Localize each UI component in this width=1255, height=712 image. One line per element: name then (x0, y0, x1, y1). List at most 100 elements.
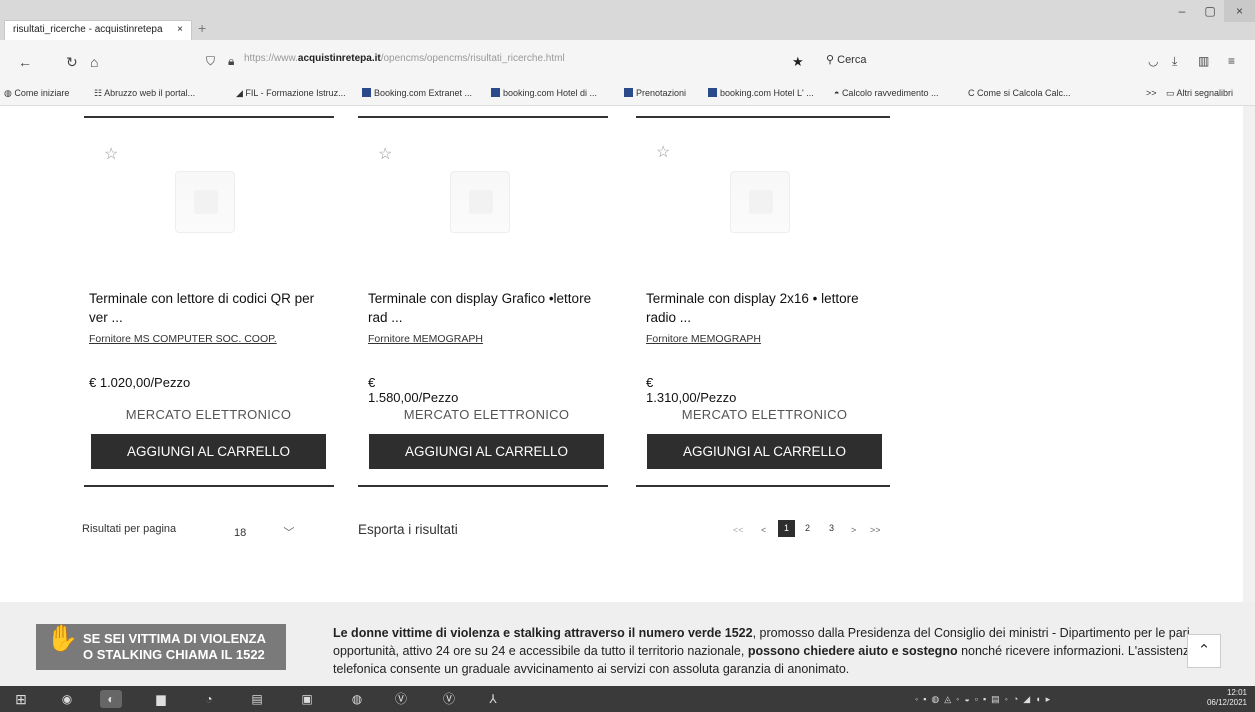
clock-date: 06/12/2021 (1206, 698, 1247, 707)
file-explorer-icon[interactable]: ▆ (150, 690, 172, 708)
booking-icon (708, 88, 717, 97)
app-icon[interactable]: ◍ (346, 690, 368, 708)
favorite-star-icon[interactable]: ☆ (104, 144, 118, 164)
bookmark-item[interactable]: ☷ Abruzzo web il portal... (94, 88, 195, 99)
next-page-button[interactable]: > (851, 525, 856, 535)
divider (358, 485, 608, 487)
url-prefix: https://www. (244, 53, 298, 64)
add-to-cart-button[interactable]: AGGIUNGI AL CARRELLO (369, 434, 604, 469)
app-icon[interactable]: ▣ (296, 690, 318, 708)
globe-icon: ◍ (4, 88, 15, 98)
url-path: /opencms/opencms/risultati_ricerche.html (380, 53, 565, 64)
tab-close-icon[interactable]: × (177, 21, 183, 39)
download-icon[interactable]: ⤓ (1172, 54, 1177, 69)
taskbar-clock[interactable]: 12:01 06/12/2021 (1207, 688, 1247, 708)
search-box[interactable]: ⚲ Cerca (826, 53, 866, 66)
export-results-link[interactable]: Esporta i risultati (358, 522, 458, 537)
helpline-notice-text: Le donne vittime di violenza e stalking … (333, 624, 1213, 678)
prev-page-button[interactable]: < (761, 525, 766, 535)
chrome-icon[interactable]: ◉ (56, 690, 78, 708)
footer-notice: ✋ SE SEI VITTIMA DI VIOLENZA O STALKING … (0, 602, 1255, 686)
favorite-star-icon[interactable]: ☆ (378, 144, 392, 164)
search-placeholder: Cerca (837, 54, 867, 66)
new-tab-icon[interactable]: + (198, 20, 206, 36)
page-button-current[interactable]: 1 (778, 520, 795, 537)
add-to-cart-button[interactable]: AGGIUNGI AL CARRELLO (647, 434, 882, 469)
calculator-icon: ◓ (834, 88, 842, 98)
bookmark-item[interactable]: Prenotazioni (624, 88, 686, 98)
system-tray-icons[interactable]: ◦▪◍◬◦◒▫▪▤◦◔◢◖▸ (915, 694, 1055, 705)
app-icon[interactable]: Ⓥ (438, 690, 460, 708)
product-price: € 1.310,00/Pezzo (646, 375, 737, 405)
folder-icon: ▭ (1166, 88, 1177, 98)
divider (636, 485, 890, 487)
bookmark-icon: ◢ (236, 88, 246, 98)
app-icon[interactable]: Ⓥ (390, 690, 412, 708)
bookmark-item[interactable]: Booking.com Extranet ... (362, 88, 472, 98)
pocket-icon[interactable]: ◡ (1148, 54, 1158, 68)
last-page-button[interactable]: >> (870, 525, 881, 535)
results-per-page-label: Risultati per pagina (82, 523, 177, 535)
acrobat-icon[interactable]: ⅄ (482, 690, 504, 708)
product-price: € 1.020,00/Pezzo (89, 375, 191, 390)
bookmark-item[interactable]: ◓ Calcolo ravvedimento ... (834, 88, 938, 98)
bookmarks-overflow-icon[interactable]: >> (1146, 88, 1157, 98)
search-icon: ⚲ (826, 54, 835, 66)
windows-start-icon[interactable]: ⊞ (10, 690, 32, 708)
product-title[interactable]: Terminale con display Grafico •lettore r… (368, 289, 613, 327)
notice-bold: Le donne vittime di violenza e stalking … (333, 626, 753, 640)
booking-icon (362, 88, 371, 97)
menu-icon[interactable]: ≡ (1228, 54, 1235, 68)
add-to-cart-button[interactable]: AGGIUNGI AL CARRELLO (91, 434, 326, 469)
app-icon[interactable]: ▤ (246, 690, 268, 708)
hand-icon: ✋ (46, 623, 79, 653)
divider (358, 116, 608, 118)
bookmark-item[interactable]: booking.com Hotel L' ... (708, 88, 814, 98)
chevron-up-icon: ⌃ (1197, 642, 1211, 659)
bookmark-item[interactable]: ◍ Come iniziare (4, 88, 69, 99)
scroll-to-top-button[interactable]: ⌃ (1187, 634, 1221, 668)
minimize-icon[interactable]: – (1168, 0, 1196, 22)
bookmark-star-icon[interactable]: ★ (792, 54, 804, 70)
browser-tab[interactable]: risultati_ricerche - acquistinretepa × (4, 20, 192, 40)
bookmark-item[interactable]: C Come si Calcola Calc... (968, 88, 1071, 98)
os-taskbar: ⊞ ◉ ◐ ▆ ◔ ▤ ▣ ◍ Ⓥ Ⓥ ⅄ ◦▪◍◬◦◒▫▪▤◦◔◢◖▸ 12:… (0, 686, 1255, 712)
page-button[interactable]: 3 (829, 523, 834, 533)
banner-line: SE SEI VITTIMA DI VIOLENZA (83, 631, 266, 646)
bookmark-icon: C (968, 88, 977, 98)
home-icon[interactable]: ⌂ (90, 54, 98, 70)
favorite-star-icon[interactable]: ☆ (656, 142, 670, 162)
url-bar[interactable]: https://www.acquistinretepa.it/opencms/o… (244, 53, 565, 64)
app-icon[interactable]: ◔ (198, 690, 220, 708)
divider (84, 485, 334, 487)
product-title[interactable]: Terminale con display 2x16 • lettore rad… (646, 289, 891, 327)
results-per-page-select[interactable]: 18 ﹀ (234, 524, 294, 540)
firefox-icon[interactable]: ◐ (100, 690, 122, 708)
other-bookmarks[interactable]: ▭ Altri segnalibri (1166, 88, 1233, 99)
product-title[interactable]: Terminale con lettore di codici QR per v… (89, 289, 334, 327)
chevron-down-icon: ﹀ (283, 527, 295, 539)
bookmark-icon: ☷ (94, 88, 105, 98)
banner-line: O STALKING CHIAMA IL 1522 (83, 647, 265, 662)
bookmark-item[interactable]: booking.com Hotel di ... (491, 88, 597, 98)
back-icon[interactable]: ← (18, 54, 32, 70)
page-content: ☆ Terminale con lettore di codici QR per… (0, 106, 1255, 686)
shield-icon[interactable]: ⛉ (206, 54, 215, 69)
close-window-icon[interactable]: × (1224, 0, 1255, 22)
booking-icon (624, 88, 633, 97)
product-price: € 1.580,00/Pezzo (368, 375, 459, 405)
first-page-button[interactable]: << (733, 525, 744, 535)
library-icon[interactable]: ▥ (1198, 54, 1209, 68)
browser-nav-bar: ← ↻ ⌂ ⛉ 🔒︎ https://www.acquistinretepa.i… (0, 40, 1255, 84)
maximize-icon[interactable]: ▢ (1196, 0, 1224, 22)
violence-helpline-banner[interactable]: ✋ SE SEI VITTIMA DI VIOLENZA O STALKING … (36, 624, 286, 670)
page-button[interactable]: 2 (805, 523, 810, 533)
scrollbar[interactable] (1243, 106, 1255, 686)
supplier-link[interactable]: Fornitore MS COMPUTER SOC. COOP. (89, 333, 277, 345)
supplier-link[interactable]: Fornitore MEMOGRAPH (646, 333, 761, 345)
lock-icon[interactable]: 🔒︎ (228, 54, 234, 69)
url-domain: acquistinretepa.it (297, 53, 381, 64)
supplier-link[interactable]: Fornitore MEMOGRAPH (368, 333, 483, 345)
bookmark-item[interactable]: ◢ FIL - Formazione Istruz... (236, 88, 346, 99)
reload-icon[interactable]: ↻ (66, 54, 78, 71)
